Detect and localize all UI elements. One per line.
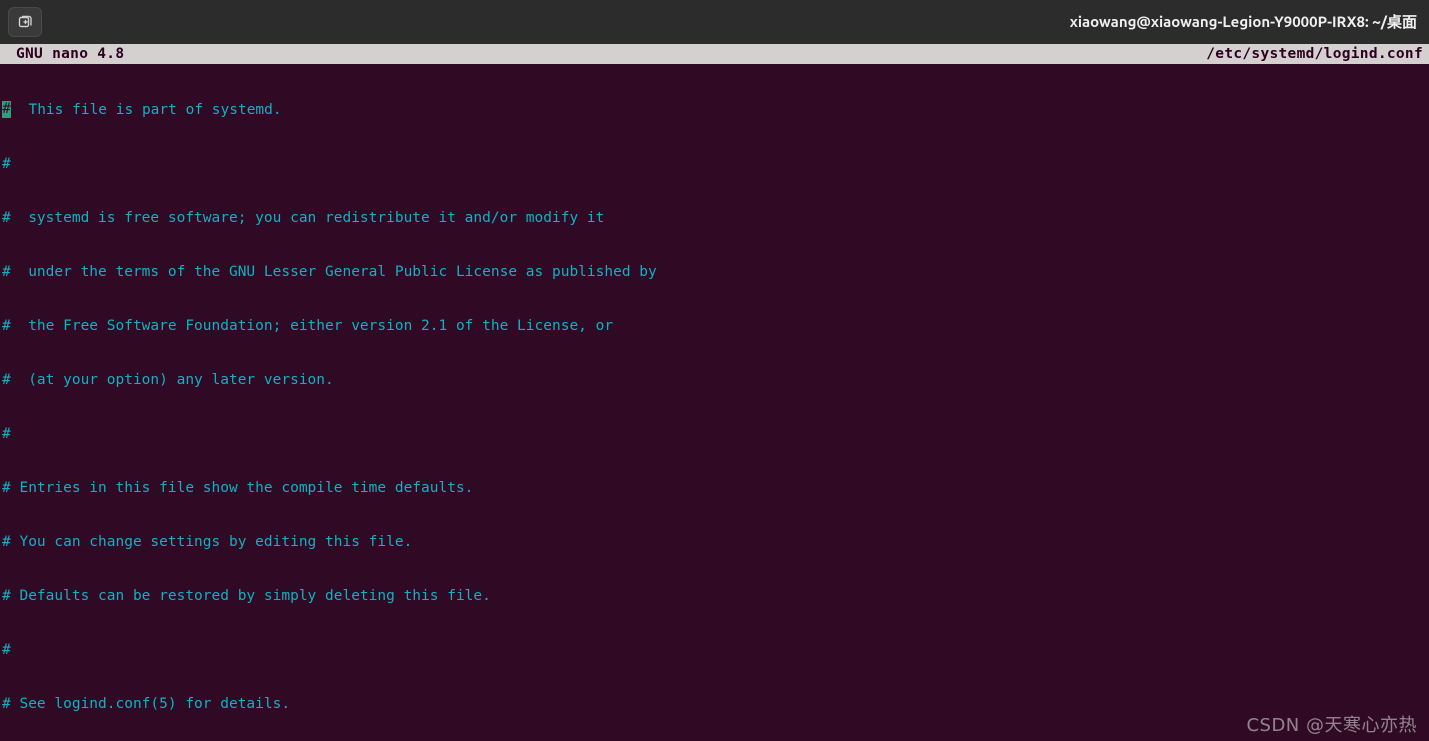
file-line: # This file is part of systemd. bbox=[2, 101, 1427, 119]
file-line: # bbox=[2, 641, 1427, 659]
editor-area[interactable]: # This file is part of systemd. # # syst… bbox=[0, 64, 1429, 741]
file-line: # bbox=[2, 155, 1427, 173]
file-line: # (at your option) any later version. bbox=[2, 371, 1427, 389]
nano-app-name: GNU nano 4.8 bbox=[2, 45, 124, 63]
window-titlebar: xiaowang@xiaowang-Legion-Y9000P-IRX8: ~/… bbox=[0, 0, 1429, 44]
new-tab-icon bbox=[17, 14, 33, 30]
nano-statusbar: GNU nano 4.8 /etc/systemd/logind.conf bbox=[0, 44, 1429, 64]
file-line: # under the terms of the GNU Lesser Gene… bbox=[2, 263, 1427, 281]
nano-filepath: /etc/systemd/logind.conf bbox=[1206, 45, 1427, 63]
file-line: # Defaults can be restored by simply del… bbox=[2, 587, 1427, 605]
file-line: # You can change settings by editing thi… bbox=[2, 533, 1427, 551]
window-title: xiaowang@xiaowang-Legion-Y9000P-IRX8: ~/… bbox=[1070, 0, 1417, 44]
file-line: # See logind.conf(5) for details. bbox=[2, 695, 1427, 713]
titlebar-left bbox=[8, 7, 42, 37]
file-line: # systemd is free software; you can redi… bbox=[2, 209, 1427, 227]
file-line: # bbox=[2, 425, 1427, 443]
new-tab-button[interactable] bbox=[8, 7, 42, 37]
cursor: # bbox=[2, 101, 11, 118]
file-line: # Entries in this file show the compile … bbox=[2, 479, 1427, 497]
file-line: # the Free Software Foundation; either v… bbox=[2, 317, 1427, 335]
